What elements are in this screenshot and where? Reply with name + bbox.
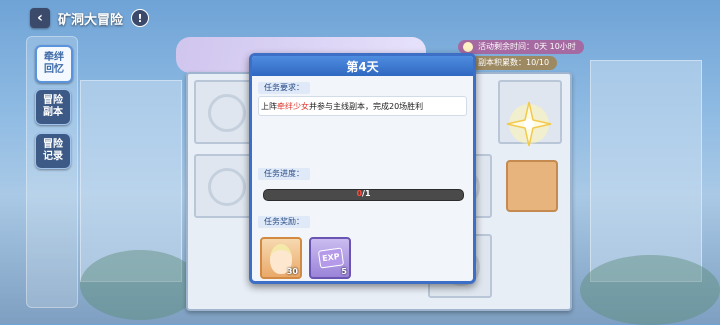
reward-item[interactable]: 30	[260, 237, 302, 279]
page-title: 矿洞大冒险	[58, 12, 124, 28]
dialog-title: 第4天	[252, 56, 473, 76]
sidebar-item-adventure-record[interactable]: 冒险 记录	[35, 133, 71, 169]
exp-book-icon: EXP	[317, 247, 345, 269]
progress-bar: 0/1	[263, 189, 464, 201]
background-tree	[580, 255, 720, 325]
sidebar-item-adventure-dungeon[interactable]: 冒险 副本	[35, 89, 71, 125]
emblem-icon	[208, 94, 246, 132]
progress-text: 0/1	[356, 189, 371, 198]
reward-label: 任务奖励：	[258, 216, 310, 228]
task-dialog: 第4天 任务要求： 上阵牵绊少女并参与主线副本，完成20场胜利 任务进度： 0/…	[249, 53, 476, 284]
top-bar: ‹ 矿洞大冒险 !	[30, 7, 150, 29]
reward-count: 5	[341, 267, 347, 276]
side-navigation: 牵绊 回忆 冒险 副本 冒险 记录	[26, 36, 78, 308]
reward-item[interactable]: EXP 5	[309, 237, 351, 279]
requirement-label: 任务要求：	[258, 82, 310, 94]
back-button[interactable]: ‹	[30, 8, 50, 28]
chevron-left-icon: ‹	[37, 10, 43, 26]
background-building-right	[590, 60, 702, 282]
requirement-text: 上阵牵绊少女并参与主线副本，完成20场胜利	[261, 102, 424, 111]
clock-icon	[463, 42, 473, 52]
sparkle-icon[interactable]	[505, 100, 553, 148]
reward-count: 30	[286, 267, 298, 276]
emblem-icon	[208, 168, 246, 206]
progress-label: 任务进度：	[258, 168, 310, 180]
gift-box-icon[interactable]	[506, 160, 558, 212]
info-button[interactable]: !	[131, 9, 150, 27]
sidebar-item-bond-memory[interactable]: 牵绊 回忆	[35, 45, 73, 83]
background-tree	[80, 250, 200, 320]
event-time-remaining: 活动剩余时间：0天 10小时	[458, 40, 584, 54]
exclamation-icon: !	[137, 11, 143, 25]
